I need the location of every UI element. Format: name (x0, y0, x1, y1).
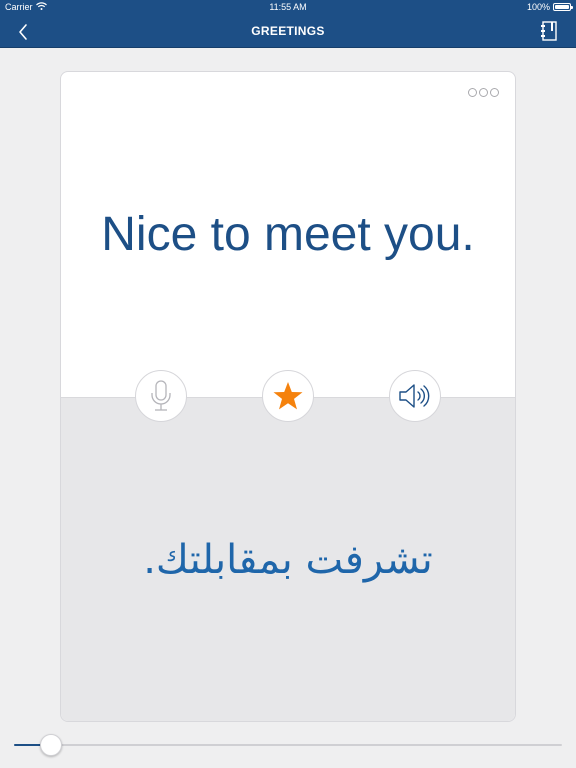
notebook-button[interactable] (538, 20, 560, 42)
navigation-bar: GREETINGS (0, 15, 576, 48)
more-options-button[interactable] (468, 88, 499, 97)
status-bar: Carrier 11:55 AM 100% (0, 0, 576, 15)
status-time: 11:55 AM (269, 2, 307, 12)
more-dots-icon (479, 88, 488, 97)
battery-level-fill (555, 5, 569, 9)
more-dots-icon (468, 88, 477, 97)
page-title: GREETINGS (251, 24, 325, 38)
more-dots-icon (490, 88, 499, 97)
play-audio-button[interactable] (389, 370, 441, 422)
star-icon (273, 382, 303, 410)
flashcard[interactable]: Nice to meet you. تشرفت بمقابلتك. (60, 71, 516, 722)
battery-percent: 100% (526, 2, 550, 12)
phrase-text: Nice to meet you. (101, 208, 475, 261)
slider-thumb[interactable] (40, 734, 62, 756)
favorite-button[interactable] (262, 370, 314, 422)
battery-group: 100% (526, 2, 573, 12)
record-button[interactable] (135, 370, 187, 422)
microphone-icon (151, 380, 171, 411)
card-progress-slider[interactable] (14, 733, 562, 757)
notebook-icon (541, 21, 557, 41)
translation-text: تشرفت بمقابلتك. (143, 537, 433, 583)
battery-icon (553, 3, 573, 11)
slider-track (14, 744, 562, 746)
speaker-icon (399, 384, 430, 408)
